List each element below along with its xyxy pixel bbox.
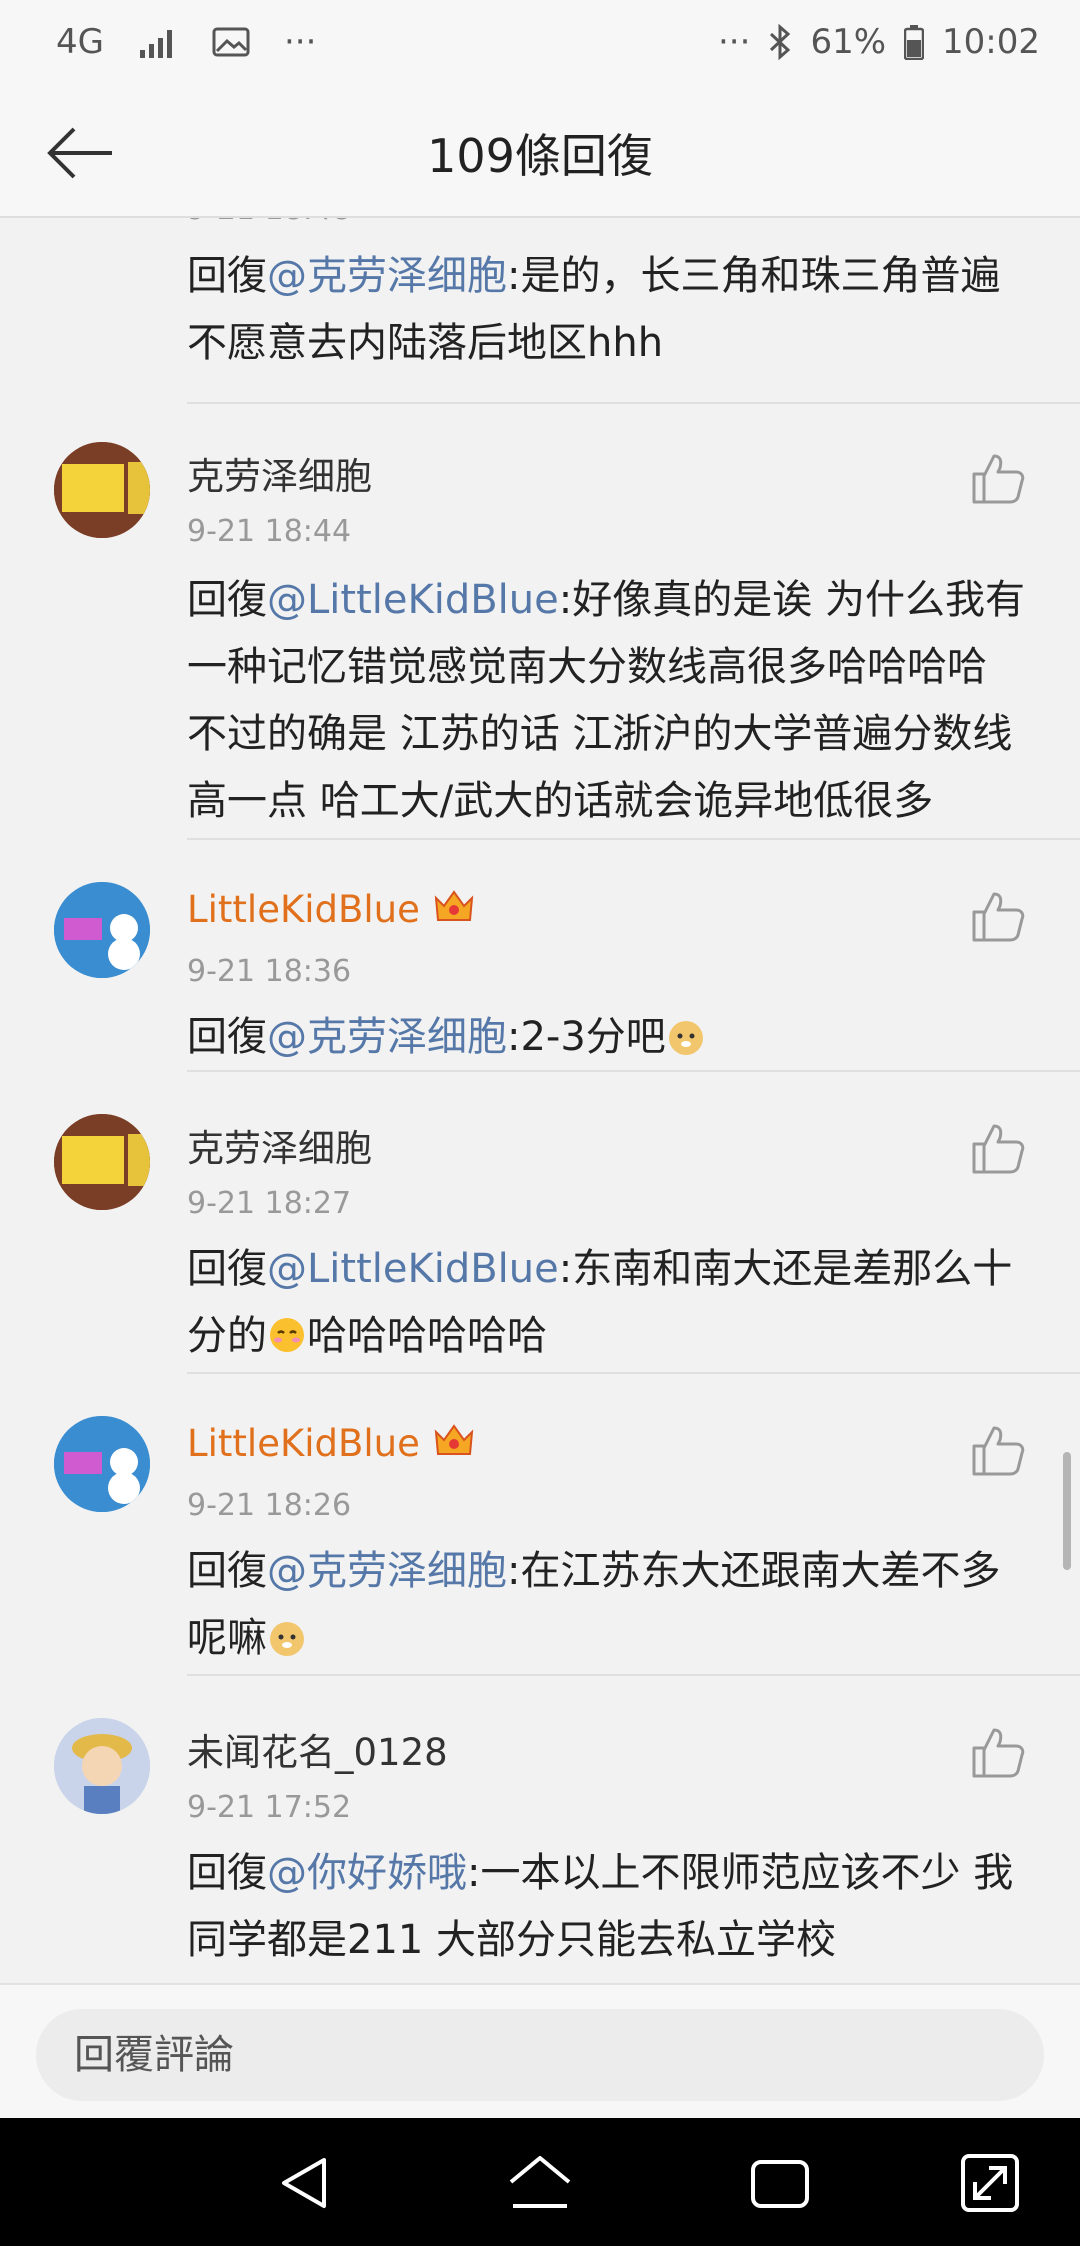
comment-text: :2-3分吧 — [507, 1014, 666, 1060]
avatar[interactable] — [54, 442, 150, 538]
vip-crown-icon — [434, 890, 474, 921]
mention-link[interactable]: @LittleKidBlue — [267, 577, 559, 623]
thumbs-up-icon[interactable] — [970, 1120, 1026, 1176]
comment-body: 回復@克劳泽细胞:2-3分吧 — [187, 1004, 1037, 1071]
author-name-text: LittleKidBlue — [187, 888, 420, 931]
battery-percent: 61% — [810, 22, 887, 62]
comment-body: 回復@你好娇哦:一本以上不限师范应该不少 我同学都是211 大部分只能去私立学校 — [187, 1840, 1037, 1974]
reply-bar: 回覆評論 — [0, 1983, 1080, 2118]
comment-time: 9-21 17:52 — [187, 1790, 352, 1825]
mention-link[interactable]: @克劳泽细胞 — [267, 1548, 507, 1594]
reply-comment-input[interactable]: 回覆評論 — [36, 2009, 1044, 2101]
page-title: 109條回復 — [427, 129, 653, 183]
reply-prefix: 回復 — [187, 253, 267, 299]
thumbs-up-icon[interactable] — [970, 1422, 1026, 1478]
comment-body: 回復@克劳泽细胞:在江苏东大还跟南大差不多呢嘛 — [187, 1538, 1037, 1672]
comment-list[interactable]: 9-21 18:48 回復@克劳泽细胞:是的，长三角和珠三角普遍不愿意去内陆落后… — [0, 218, 1080, 1983]
status-bar: 4G ··· ··· 61% 10:02 — [0, 0, 1080, 90]
signal-icon — [139, 30, 172, 58]
nav-recents-icon[interactable] — [745, 2148, 815, 2218]
author-name[interactable]: 克劳泽细胞 — [187, 446, 372, 500]
comment-time: 9-21 18:44 — [187, 514, 352, 549]
status-left: 4G ··· — [56, 22, 316, 62]
nav-back-icon[interactable] — [270, 2148, 340, 2218]
comment-time: 9-21 18:48 — [187, 218, 351, 227]
comment-time: 9-21 18:26 — [187, 1488, 352, 1523]
comment-text-after: 哈哈哈哈哈哈 — [307, 1313, 547, 1359]
comment-time: 9-21 18:27 — [187, 1186, 352, 1221]
nav-home-icon[interactable] — [505, 2148, 575, 2218]
reply-prefix: 回復 — [187, 1548, 267, 1594]
avatar-image — [54, 1114, 150, 1210]
mention-link[interactable]: @克劳泽细胞 — [267, 253, 507, 299]
nav-expand-icon[interactable] — [955, 2148, 1025, 2218]
mention-link[interactable]: @LittleKidBlue — [267, 1246, 559, 1292]
comment-item: 克劳泽细胞 9-21 18:44 回復@LittleKidBlue:好像真的是诶… — [0, 402, 1080, 840]
author-name[interactable]: 克劳泽细胞 — [187, 1118, 372, 1172]
comment-item: 克劳泽细胞 9-21 18:27 回復@LittleKidBlue:东南和南大还… — [0, 1072, 1080, 1374]
network-label: 4G — [56, 22, 104, 62]
avatar-image — [54, 1416, 150, 1512]
avatar-image — [54, 882, 150, 978]
reply-prefix: 回復 — [187, 1850, 267, 1896]
reply-prefix: 回復 — [187, 1014, 267, 1060]
comment-body: 回復@LittleKidBlue:好像真的是诶 为什么我有一种记忆错觉感觉南大分… — [187, 567, 1037, 835]
comment-body: 回復@LittleKidBlue:东南和南大还是差那么十分的 哈哈哈哈哈哈 — [187, 1236, 1037, 1370]
status-overflow-left: ··· — [283, 22, 317, 62]
author-name-text: LittleKidBlue — [187, 1422, 420, 1465]
comment-item: LittleKidBlue 9-21 18:36 回復@克劳泽细胞:2-3分吧 — [0, 840, 1080, 1072]
avatar-image — [54, 442, 150, 538]
thumbs-up-icon[interactable] — [970, 1724, 1026, 1780]
author-name[interactable]: LittleKidBlue — [187, 886, 476, 931]
avatar[interactable] — [54, 882, 150, 978]
thumbs-up-icon[interactable] — [970, 888, 1026, 944]
reply-prefix: 回復 — [187, 577, 267, 623]
bluetooth-icon — [770, 24, 791, 60]
header: 109條回復 — [0, 90, 1080, 218]
comment-time: 9-21 18:36 — [187, 954, 352, 989]
author-name[interactable]: LittleKidBlue — [187, 1420, 476, 1465]
thumbs-up-icon[interactable] — [970, 450, 1026, 506]
mention-link[interactable]: @克劳泽细胞 — [267, 1014, 507, 1060]
shy-emoji-icon — [270, 1318, 304, 1352]
system-nav-bar — [0, 2118, 1080, 2246]
mention-link[interactable]: @你好娇哦 — [267, 1850, 467, 1896]
author-name[interactable]: 未闻花名_0128 — [187, 1722, 448, 1776]
comment-item: 未闻花名_0128 9-21 17:52 回復@你好娇哦:一本以上不限师范应该不… — [0, 1676, 1080, 1983]
avatar[interactable] — [54, 1718, 150, 1814]
avatar-image — [54, 1718, 150, 1814]
comment-item: LittleKidBlue 9-21 18:26 回復@克劳泽细胞:在江苏东大还… — [0, 1374, 1080, 1676]
doge-emoji-icon — [668, 1021, 703, 1055]
reply-prefix: 回復 — [187, 1246, 267, 1292]
vip-crown-icon — [434, 1424, 474, 1455]
status-right: ··· 61% 10:02 — [718, 22, 1040, 62]
battery-icon — [904, 25, 925, 60]
status-time: 10:02 — [942, 22, 1040, 62]
comment-body: 回復@克劳泽细胞:是的，长三角和珠三角普遍不愿意去内陆落后地区hhh — [187, 243, 1037, 377]
scrollbar[interactable] — [1063, 1452, 1071, 1570]
avatar[interactable] — [54, 1114, 150, 1210]
doge-emoji-icon — [270, 1622, 304, 1656]
status-overflow-right: ··· — [718, 22, 751, 62]
avatar[interactable] — [54, 1416, 150, 1512]
image-icon — [212, 27, 250, 57]
